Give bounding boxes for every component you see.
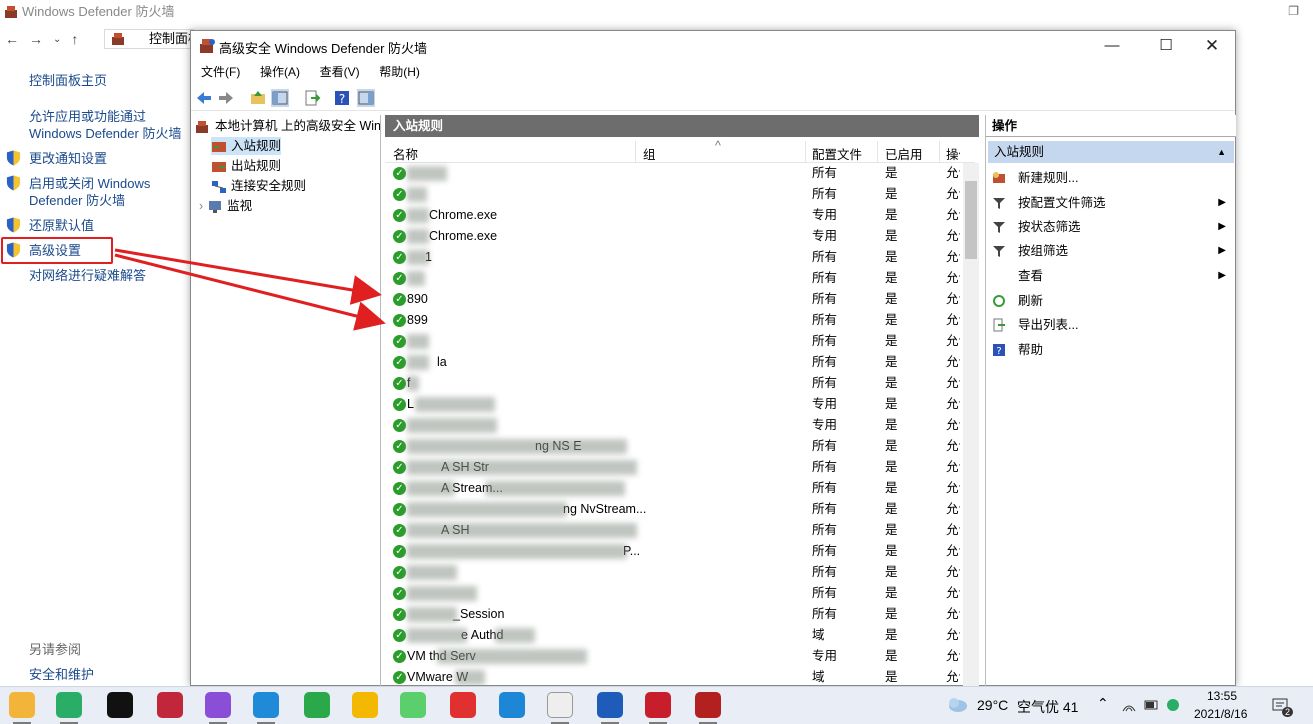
clock-date[interactable]: 2021/8/16	[1194, 707, 1247, 721]
baidu-netdisk-icon[interactable]	[352, 692, 378, 718]
weather-temp[interactable]: 29°C	[977, 697, 1008, 713]
network-icon[interactable]	[1122, 698, 1136, 712]
hbuilder-icon[interactable]	[304, 692, 330, 718]
visual-studio-icon[interactable]	[205, 692, 231, 718]
typora-icon[interactable]	[547, 692, 573, 718]
vscode-icon[interactable]	[253, 692, 279, 718]
jetbrains-icon[interactable]	[157, 692, 183, 718]
edge-icon[interactable]	[499, 692, 525, 718]
wechat-tray-icon[interactable]	[1166, 697, 1182, 713]
filezilla-icon[interactable]	[695, 692, 721, 718]
wechat-icon[interactable]	[56, 692, 82, 718]
mini-app-icon[interactable]	[645, 692, 671, 718]
clock-time[interactable]: 13:55	[1207, 689, 1237, 703]
battery-icon[interactable]	[1144, 698, 1160, 712]
taskbar: 29°C 空气优 41 ⌃ 13:55 2021/8/16 2	[0, 686, 1313, 724]
weather-aqi[interactable]: 空气优 41	[1017, 697, 1078, 717]
tray-chevron-up-icon[interactable]: ⌃	[1097, 695, 1109, 712]
annotation-arrows	[114, 248, 386, 331]
notification-badge: 2	[1282, 707, 1294, 717]
file-explorer-icon[interactable]	[9, 692, 35, 718]
netease-music-icon[interactable]	[450, 692, 476, 718]
weather-cloud-icon	[949, 698, 967, 712]
remote-desktop-icon[interactable]	[597, 692, 623, 718]
wechat-green-icon[interactable]	[400, 692, 426, 718]
qq-icon[interactable]	[107, 692, 133, 718]
